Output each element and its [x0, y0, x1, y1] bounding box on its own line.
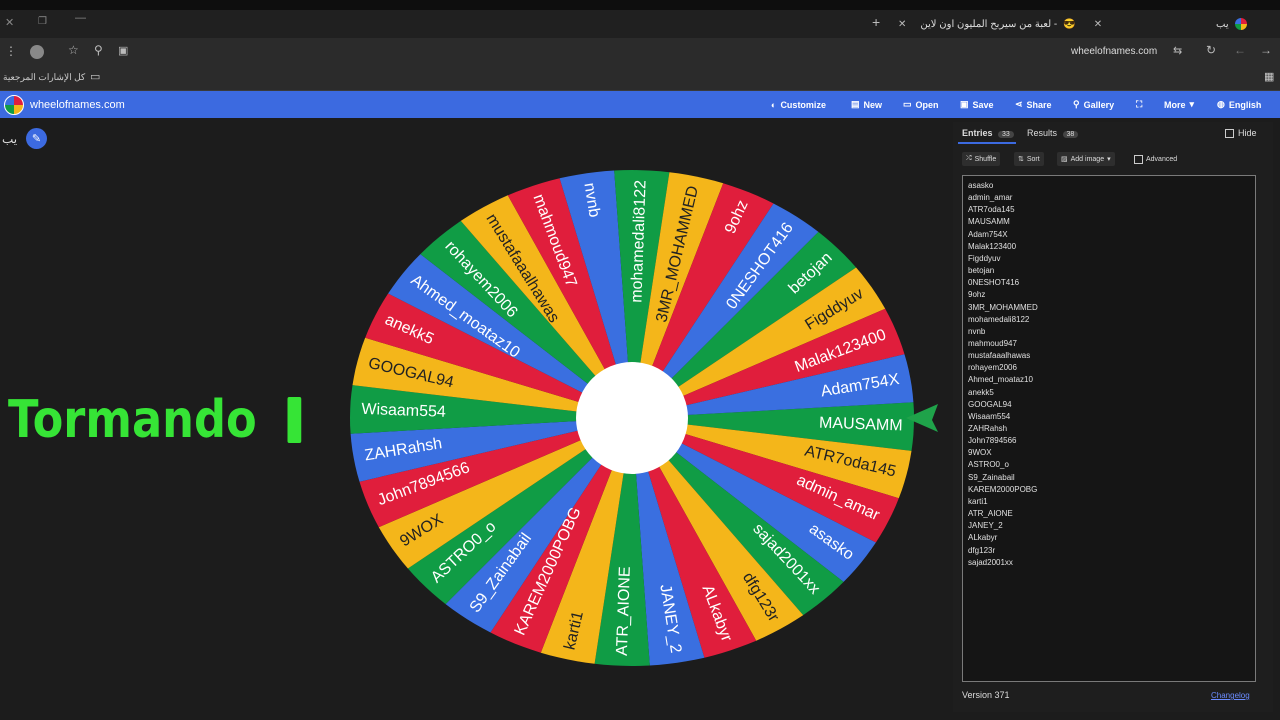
entry-item: ASTRO0_o: [968, 460, 1009, 470]
entry-item: rohayem2006: [968, 363, 1017, 373]
entry-item: nvnb: [968, 326, 986, 336]
hide-toggle[interactable]: Hide: [1225, 128, 1257, 138]
add-image-label: Add image: [1070, 155, 1105, 163]
entry-item: MAUSAMM: [968, 217, 1010, 227]
entry-item: betojan: [968, 266, 995, 276]
tab-entries[interactable]: Entries 33: [962, 128, 1014, 138]
entry-item: dfg123r: [968, 545, 996, 555]
entry-item: sajad2001xx: [968, 557, 1013, 567]
wheel-segment-label: Wisaam554: [361, 401, 446, 421]
tab-results[interactable]: Results 38: [1027, 128, 1079, 138]
entries-tab-label: Entries: [962, 128, 993, 138]
entry-item: John7894566: [968, 436, 1017, 446]
entry-item: ATR7oda145: [968, 205, 1015, 215]
entries-tab-underline: [958, 142, 1016, 144]
entry-item: 0NESHOT416: [968, 278, 1020, 288]
entry-item: ATR_AIONE: [968, 509, 1013, 519]
advanced-label: Advanced: [1146, 155, 1178, 163]
entry-item: 9WOX: [968, 448, 992, 458]
results-count-badge: 38: [1062, 131, 1079, 138]
entry-item: ZAHRahsh: [968, 424, 1008, 433]
shuffle-label: Shuffle: [974, 155, 997, 163]
sort-label: Sort: [1026, 155, 1040, 163]
entry-item: admin_amar: [968, 193, 1013, 203]
entry-item: mohamedali8122: [968, 314, 1030, 324]
entry-item: S9_Zainabail: [968, 472, 1015, 482]
entry-item: Wisaam554: [968, 411, 1011, 421]
entry-item: Adam754X: [968, 229, 1008, 239]
entry-item: JANEY_2: [968, 521, 1003, 531]
entry-item: anekk5: [968, 387, 994, 397]
entry-item: mustafaaalhawas: [968, 351, 1031, 361]
wheel-center-hub[interactable]: [576, 362, 688, 474]
version-text: Version 371: [962, 690, 1010, 700]
shuffle-icon: ⤮: [966, 155, 972, 162]
entry-item: karti1: [968, 496, 988, 506]
hide-checkbox[interactable]: [1225, 128, 1234, 138]
entry-item: ALkabyr: [968, 533, 998, 543]
entry-item: 3MR_MOHAMMED: [968, 302, 1038, 312]
changelog-link[interactable]: Changelog: [1211, 691, 1250, 700]
entry-item: KAREM2000POBG: [968, 484, 1038, 494]
results-tab-label: Results: [1027, 128, 1058, 138]
entry-item: GOOGAL94: [968, 399, 1012, 409]
sort-icon: ⇅: [1018, 156, 1024, 163]
chevron-down-icon: ▾: [1107, 156, 1111, 163]
wheel-segment-label: ATR_AIONE: [614, 566, 634, 656]
entry-item: mahmoud947: [968, 338, 1017, 348]
advanced-toggle[interactable]: Advanced: [1130, 152, 1181, 166]
advanced-checkbox[interactable]: [1134, 154, 1143, 164]
entry-item: Malak123400: [968, 241, 1017, 251]
entry-item: Ahmed_moataz10: [968, 375, 1033, 385]
add-image-button[interactable]: ▨ Add image ▾: [1057, 152, 1115, 166]
wheel-segment-label: MAUSAMM: [819, 415, 903, 435]
sort-button[interactable]: ⇅ Sort: [1014, 152, 1044, 166]
entries-count-badge: 33: [998, 131, 1014, 138]
entry-item: asasko: [968, 181, 994, 190]
entry-item: 9ohz: [968, 290, 986, 300]
entry-item: Figddyuv: [968, 253, 1001, 263]
image-icon: ▨: [1061, 156, 1068, 163]
shuffle-button[interactable]: ⤮ Shuffle: [962, 152, 1001, 166]
hide-label: Hide: [1238, 128, 1257, 138]
